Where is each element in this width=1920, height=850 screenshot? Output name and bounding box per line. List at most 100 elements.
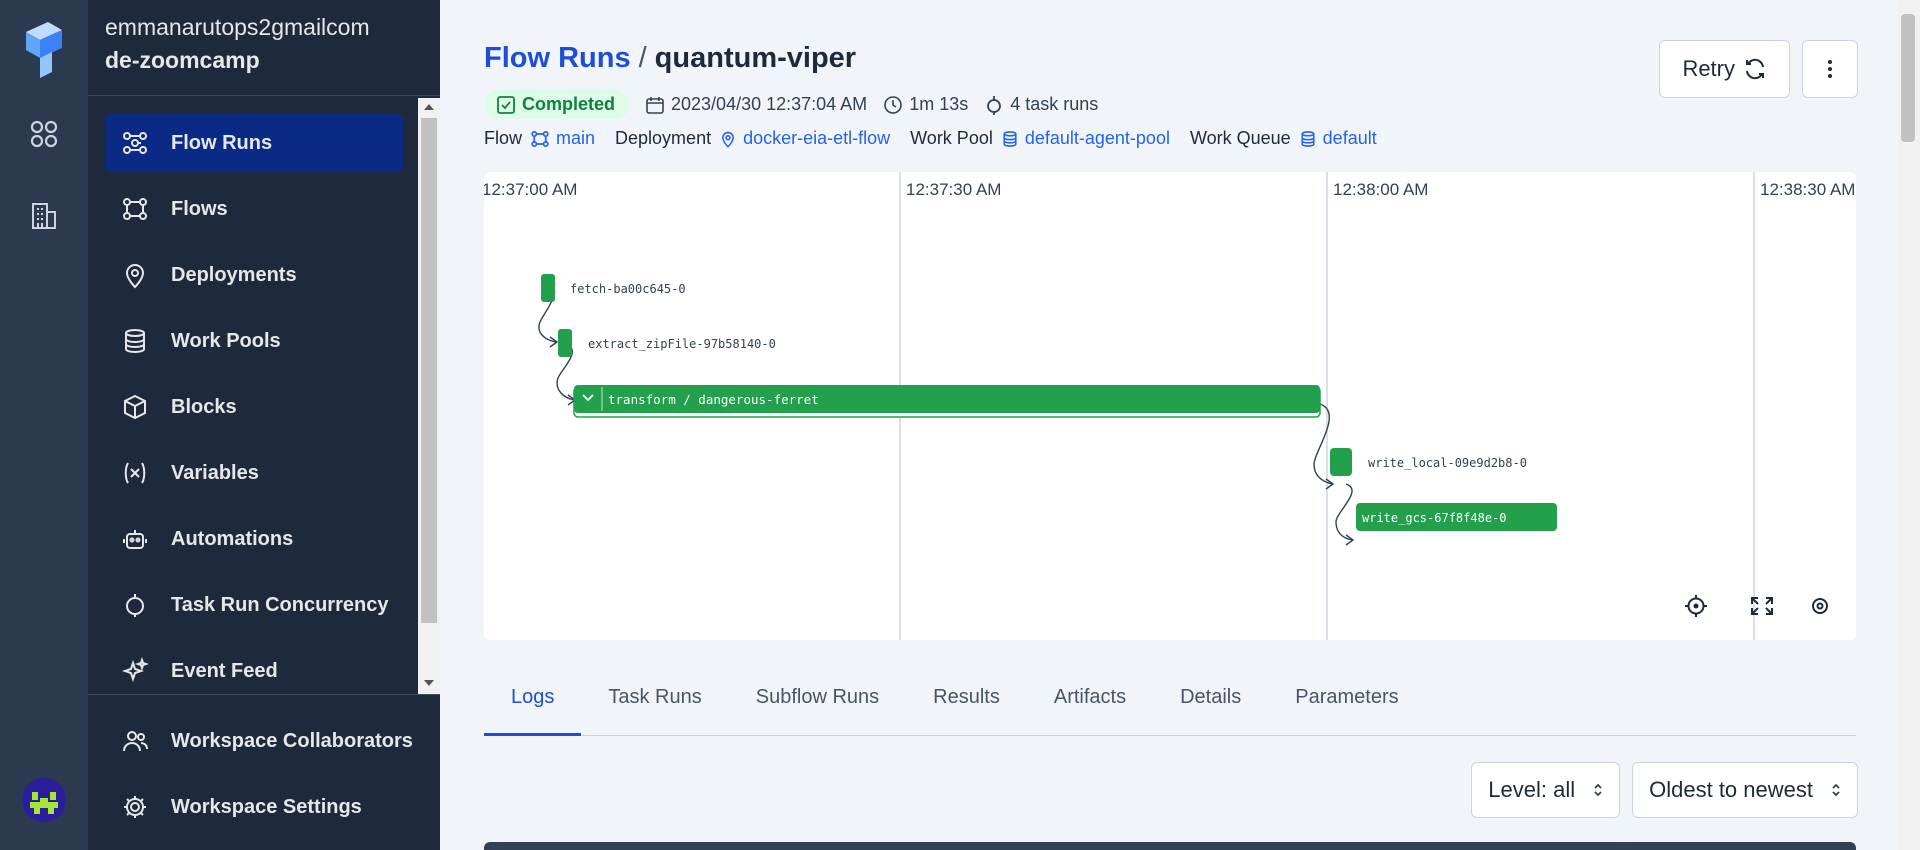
level-select[interactable]: Level: all xyxy=(1471,762,1621,818)
tab-details[interactable]: Details xyxy=(1153,672,1268,736)
building-icon[interactable] xyxy=(24,196,64,236)
deployment-label: Deployment xyxy=(615,128,712,148)
sidebar-item-label: Work Pools xyxy=(171,329,281,352)
scroll-down-icon[interactable] xyxy=(424,680,434,686)
settings-icon[interactable] xyxy=(1812,598,1828,614)
page-scrollbar[interactable] xyxy=(1898,0,1920,850)
task-run-count: 4 task runs xyxy=(984,94,1098,115)
deployment-link[interactable]: docker-eia-etl-flow xyxy=(719,128,890,149)
sidebar-item-task-run-concurrency[interactable]: Task Run Concurrency xyxy=(105,576,403,634)
workspace-switcher[interactable]: emmanarutops2gmailcom de-zoomcamp xyxy=(105,14,370,74)
cube-icon xyxy=(121,393,149,421)
flows-icon xyxy=(531,130,549,147)
refresh-icon xyxy=(1746,58,1764,80)
sidebar-item-workspace-collaborators[interactable]: Workspace Collaborators xyxy=(105,712,435,770)
work-pool-detail: Work Pool default-agent-pool xyxy=(910,128,1170,149)
sidebar-item-workspace-settings[interactable]: Workspace Settings xyxy=(105,778,435,836)
tab-parameters[interactable]: Parameters xyxy=(1268,672,1425,736)
flow-label: Flow xyxy=(484,128,523,148)
task-node-fetch[interactable] xyxy=(541,274,555,302)
sidebar-item-deployments[interactable]: Deployments xyxy=(105,246,403,304)
status-badge: Completed xyxy=(484,90,630,119)
sidebar-item-work-pools[interactable]: Work Pools xyxy=(105,312,403,370)
prefect-logo-icon[interactable] xyxy=(22,22,66,78)
sidebar-item-label: Blocks xyxy=(171,395,237,418)
concurrency-icon xyxy=(121,591,149,619)
retry-button[interactable]: Retry xyxy=(1659,40,1790,98)
divider xyxy=(88,95,440,96)
task-run-count-text: 4 task runs xyxy=(1010,94,1099,114)
sidebar-item-flows[interactable]: Flows xyxy=(105,180,403,238)
run-tabs: Logs Task Runs Subflow Runs Results Arti… xyxy=(484,672,1856,736)
scroll-up-icon[interactable] xyxy=(424,104,434,110)
time-tick: 12:38:30 AM xyxy=(1760,180,1855,199)
task-node-write-local[interactable] xyxy=(1330,448,1352,476)
workspace-name: de-zoomcamp xyxy=(105,47,260,73)
tab-subflow-runs[interactable]: Subflow Runs xyxy=(729,672,906,736)
database-icon xyxy=(1003,130,1017,147)
work-pool-label: Work Pool xyxy=(910,128,993,148)
time-tick: 12:37:30 AM xyxy=(906,180,1001,199)
run-meta: Completed 2023/04/30 12:37:04 AM 1m 13s … xyxy=(484,90,1098,119)
dashboard-icon[interactable] xyxy=(24,114,64,154)
tab-artifacts[interactable]: Artifacts xyxy=(1027,672,1153,736)
task-node-label: write_local-09e9d2b8-0 xyxy=(1368,456,1527,470)
user-avatar[interactable] xyxy=(22,778,66,822)
kebab-menu-icon xyxy=(1828,60,1832,78)
work-pool-link[interactable]: default-agent-pool xyxy=(1001,128,1170,149)
calendar-icon xyxy=(646,96,664,114)
log-panel-header xyxy=(484,842,1856,850)
sidebar-item-label: Event Feed xyxy=(171,659,278,682)
task-node-label: fetch-ba00c645-0 xyxy=(570,282,686,296)
sidebar-scrollbar[interactable] xyxy=(418,98,440,694)
tab-logs[interactable]: Logs xyxy=(484,672,582,736)
sidebar-item-label: Task Run Concurrency xyxy=(171,593,389,616)
sidebar-item-event-feed[interactable]: Event Feed xyxy=(105,642,403,700)
breadcrumb-flow-runs-link[interactable]: Flow Runs xyxy=(484,42,631,74)
sidebar-item-label: Deployments xyxy=(171,263,297,286)
log-filters: Level: all Oldest to newest xyxy=(1471,762,1858,818)
tab-results[interactable]: Results xyxy=(906,672,1027,736)
level-select-value: Level: all xyxy=(1488,777,1576,802)
start-time-text: 2023/04/30 12:37:04 AM xyxy=(671,94,868,114)
breadcrumb: Flow Runs / quantum-viper xyxy=(484,42,856,75)
sidebar-item-label: Variables xyxy=(171,461,259,484)
fullscreen-icon[interactable] xyxy=(1751,597,1773,615)
work-queue-link[interactable]: default xyxy=(1299,128,1377,149)
duration-text: 1m 13s xyxy=(909,94,969,114)
flow-run-timeline[interactable]: 12:37:00 AM 12:37:30 AM 12:38:00 AM 12:3… xyxy=(484,172,1856,640)
sidebar-item-automations[interactable]: Automations xyxy=(105,510,403,568)
sidebar-item-label: Flow Runs xyxy=(171,131,273,154)
gear-icon xyxy=(121,793,149,821)
recenter-icon[interactable] xyxy=(1685,595,1707,617)
tab-task-runs[interactable]: Task Runs xyxy=(581,672,728,736)
task-node-extract[interactable] xyxy=(558,329,572,357)
page-title: quantum-viper xyxy=(654,42,857,74)
flow-detail: Flow main xyxy=(484,128,595,149)
sidebar-item-variables[interactable]: Variables xyxy=(105,444,403,502)
breadcrumb-separator: / xyxy=(638,42,647,74)
time-tick: 12:37:00 AM xyxy=(484,180,577,199)
more-menu-button[interactable] xyxy=(1802,40,1858,98)
flow-link[interactable]: main xyxy=(530,128,595,149)
sidebar: emmanarutops2gmailcom de-zoomcamp Flow R… xyxy=(88,0,440,850)
status-label: Completed xyxy=(522,94,616,114)
flow-name: main xyxy=(556,128,596,148)
sort-select[interactable]: Oldest to newest xyxy=(1632,762,1858,818)
sidebar-nav: Flow Runs Flows Deployments Work Pools B… xyxy=(105,114,403,708)
run-details: Flow main Deployment docker-eia-etl-flow… xyxy=(484,128,1377,149)
start-time: 2023/04/30 12:37:04 AM xyxy=(645,94,867,115)
database-icon xyxy=(1301,130,1315,147)
check-square-icon xyxy=(497,95,515,114)
users-icon xyxy=(121,727,149,755)
scrollbar-thumb[interactable] xyxy=(421,118,437,623)
map-pin-icon xyxy=(121,261,149,289)
robot-icon xyxy=(121,525,149,553)
work-pool-name: default-agent-pool xyxy=(1024,128,1170,148)
edge-connector xyxy=(1335,483,1353,541)
variable-icon xyxy=(121,459,149,487)
sidebar-item-blocks[interactable]: Blocks xyxy=(105,378,403,436)
sidebar-bottom-nav: Workspace Collaborators Workspace Settin… xyxy=(105,712,435,844)
sidebar-item-flow-runs[interactable]: Flow Runs xyxy=(105,114,403,172)
scrollbar-thumb[interactable] xyxy=(1901,14,1915,142)
